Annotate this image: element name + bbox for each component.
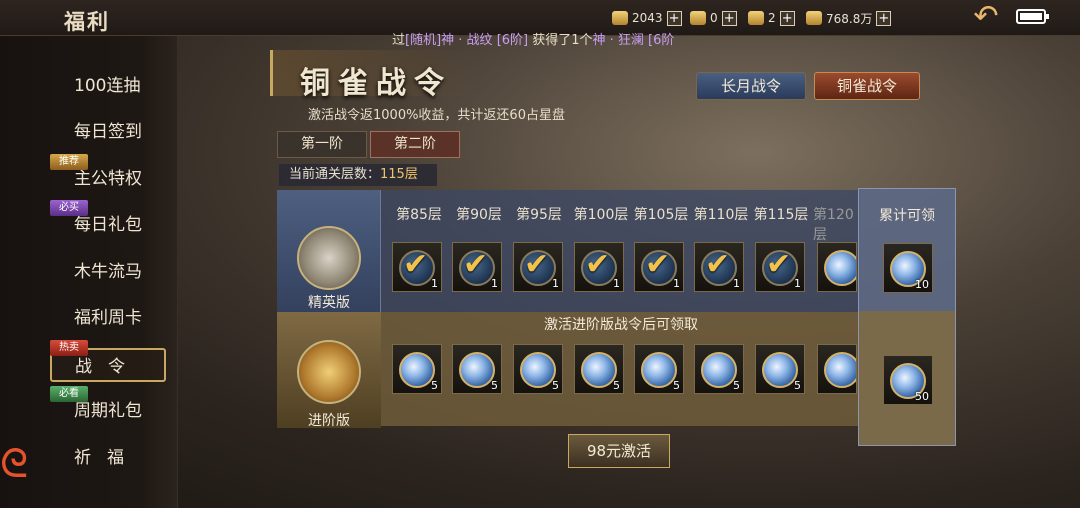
cumulative-elite-slot[interactable]: 10: [883, 243, 933, 293]
advanced-unlock-note: 激活进阶版战令后可领取: [544, 317, 698, 333]
ingot-icon: [612, 11, 628, 25]
reward-panel: 精英版 进阶版 第85层 第90层 第95层 第100层 第105层 第110层…: [277, 188, 956, 446]
add-coin-pile-button[interactable]: +: [721, 10, 737, 26]
elite-reward-slot[interactable]: [817, 242, 857, 292]
page-title: 福利: [64, 10, 110, 34]
badge-must-buy: 必买: [50, 200, 88, 216]
check-icon: ✔: [705, 247, 731, 282]
floor-label: 第115层: [753, 207, 809, 223]
advanced-reward-slot[interactable]: 5: [392, 344, 442, 394]
sidebar-item-100-draws[interactable]: 100连抽: [50, 69, 166, 103]
tier-2-button[interactable]: 第二阶: [370, 131, 460, 158]
gold-coin-icon: [806, 11, 822, 25]
pass-title: 铜雀战令: [300, 66, 452, 101]
cumulative-panel: 累计可领 10 50: [858, 188, 956, 446]
resource-coin-pile: 0 +: [690, 9, 737, 27]
cumulative-advanced-slot[interactable]: 50: [883, 355, 933, 405]
cumulative-title: 累计可领: [879, 208, 935, 224]
star-disc-icon: [641, 352, 677, 388]
badge-hot: 热卖: [50, 340, 88, 356]
add-scroll-button[interactable]: +: [779, 10, 795, 26]
floor-label: 第90层: [456, 207, 502, 223]
tier-1-button[interactable]: 第一阶: [277, 131, 367, 158]
star-disc-icon: [399, 352, 435, 388]
check-icon: ✔: [403, 247, 429, 282]
advanced-reward-slot[interactable]: 5: [694, 344, 744, 394]
check-icon: ✔: [524, 247, 550, 282]
star-disc-icon: [520, 352, 556, 388]
floor-label: 第105层: [633, 207, 689, 223]
check-icon: ✔: [645, 247, 671, 282]
star-disc-icon: [459, 352, 495, 388]
scroll-icon: [748, 11, 764, 25]
back-arrow-icon[interactable]: ↶: [968, 2, 1004, 34]
floor-label: 第95层: [516, 207, 562, 223]
star-disc-icon: [762, 352, 798, 388]
advanced-reward-slot[interactable]: 5: [452, 344, 502, 394]
sidebar-item-pray[interactable]: 祈福: [50, 441, 166, 475]
elite-reward-slot[interactable]: ✔ 1: [694, 242, 744, 292]
sidebar-item-daily-signin[interactable]: 每日签到: [50, 115, 166, 149]
star-disc-icon: [824, 352, 856, 388]
add-gold-button[interactable]: +: [876, 10, 892, 26]
star-disc-icon: [824, 250, 856, 286]
elite-version-label: 精英版: [277, 190, 381, 312]
activate-button[interactable]: 98元激活: [568, 434, 670, 468]
floor-label: 第100层: [573, 207, 629, 223]
badge-recommended: 推荐: [50, 154, 88, 170]
elite-reward-slot[interactable]: ✔ 1: [392, 242, 442, 292]
floor-label: 第120层: [813, 207, 854, 243]
elite-reward-slot[interactable]: ✔ 1: [634, 242, 684, 292]
elite-reward-slot[interactable]: ✔ 1: [574, 242, 624, 292]
advanced-reward-slot[interactable]: 5: [574, 344, 624, 394]
swirl-decoration-icon: ᘓ: [0, 441, 29, 487]
advanced-token-icon: [297, 340, 361, 404]
sidebar-item-wooden-ox[interactable]: 木牛流马: [50, 255, 166, 289]
advanced-version-label: 进阶版: [277, 312, 381, 429]
floor-label: 第110层: [693, 207, 749, 223]
broadcast-ticker: 过[随机]神 · 战纹 [6阶] 获得了1个神 · 狂澜 [6阶: [392, 33, 675, 48]
tab-changyue-pass[interactable]: 长月战令: [696, 72, 806, 100]
coin-pile-icon: [690, 11, 706, 25]
battle-pass-screen: 福利 2043 + 0 + 2 + 768.8万 + ↶ 过[随机]神 · 战纹…: [0, 0, 1080, 508]
resource-scroll: 2 +: [748, 9, 795, 27]
elite-reward-slot[interactable]: ✔ 1: [755, 242, 805, 292]
elite-reward-slot[interactable]: ✔ 1: [452, 242, 502, 292]
floor-label: 第85层: [396, 207, 442, 223]
advanced-reward-slot[interactable]: [817, 344, 857, 394]
check-icon: ✔: [585, 247, 611, 282]
advanced-reward-slot[interactable]: 5: [634, 344, 684, 394]
elite-reward-slot[interactable]: ✔ 1: [513, 242, 563, 292]
current-floor-info: 当前通关层数：115层: [279, 164, 437, 186]
badge-must-see: 必看: [50, 386, 88, 402]
add-ingot-button[interactable]: +: [666, 10, 682, 26]
star-disc-icon: [581, 352, 617, 388]
tab-tongque-pass[interactable]: 铜雀战令: [814, 72, 920, 100]
star-disc-icon: [701, 352, 737, 388]
check-icon: ✔: [463, 247, 489, 282]
pass-subtitle: 激活战令返1000%收益，共计返还60占星盘: [308, 108, 565, 123]
advanced-reward-slot[interactable]: 5: [513, 344, 563, 394]
resource-ingot: 2043 +: [612, 9, 682, 27]
elite-token-icon: [297, 226, 361, 290]
sidebar-item-weekly-card[interactable]: 福利周卡: [50, 301, 166, 335]
advanced-reward-slot[interactable]: 5: [755, 344, 805, 394]
check-icon: ✔: [766, 247, 792, 282]
battery-icon: [1016, 9, 1049, 24]
resource-gold: 768.8万 +: [806, 9, 892, 27]
sidebar: 100连抽 每日签到 推荐 主公特权 必买 每日礼包 木牛流马 福利周卡 热卖 …: [0, 36, 178, 508]
